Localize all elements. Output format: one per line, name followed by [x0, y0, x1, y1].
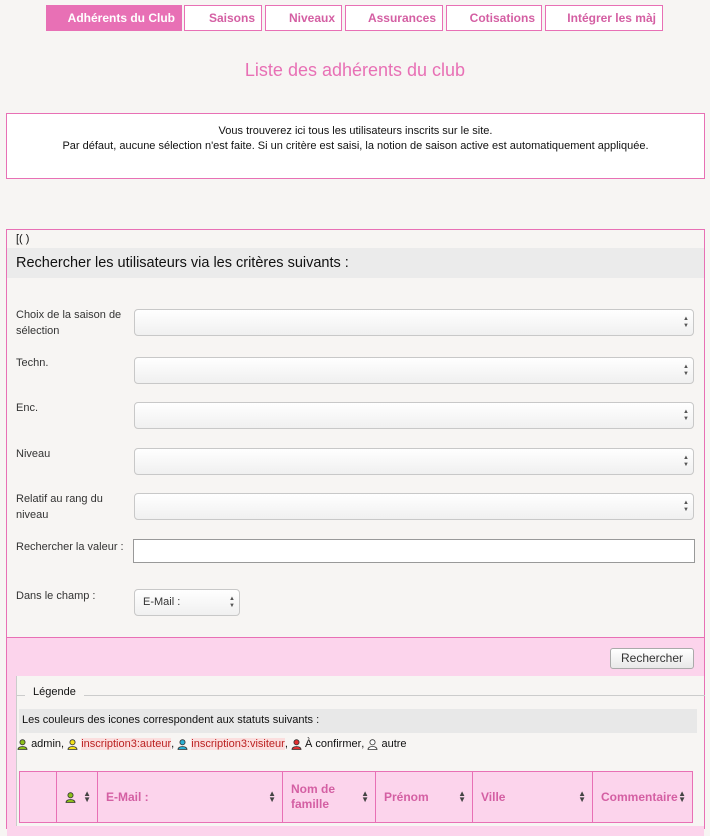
legend-visiteur-label: inscription3:visiteur	[191, 738, 285, 751]
sort-icon: ▲ ▼	[458, 789, 466, 804]
sort-icon: ▲ ▼	[578, 789, 586, 804]
tab-cotisations[interactable]: Cotisations	[446, 5, 542, 31]
column-header-select[interactable]	[20, 772, 57, 822]
legend-auteur-label: inscription3:auteur	[81, 738, 172, 751]
user-confirm-icon	[291, 738, 302, 750]
column-header-commentaire-label: Commentaire	[601, 790, 678, 804]
column-header-nom-label: Nom de famille	[291, 782, 336, 811]
user-auteur-icon	[67, 738, 78, 750]
legend-description: Les couleurs des icones correspondent au…	[19, 709, 697, 733]
legend-items: admin, inscription3:auteur, inscription3…	[17, 738, 407, 751]
page-title: Liste des adhérents du club	[244, 60, 466, 80]
sort-icon: ▲ ▼	[268, 789, 276, 804]
enc-select[interactable]: ▲ ▼	[134, 402, 694, 429]
season-select[interactable]: ▲ ▼	[134, 309, 694, 336]
season-label: Choix de la saison de sélection	[16, 309, 122, 337]
user-visiteur-icon	[177, 738, 188, 750]
enc-label: Enc.	[16, 402, 39, 414]
button-bar: Rechercher	[7, 637, 704, 676]
legend-confirm-label: À confirmer	[305, 738, 362, 751]
info-box: Vous trouverez ici tous les utilisateurs…	[6, 113, 705, 179]
tab-integrer[interactable]: Intégrer les màj	[545, 5, 663, 31]
column-header-email[interactable]: E-Mail : ▲ ▼	[98, 772, 283, 822]
column-header-prenom[interactable]: Prénom ▲ ▼	[376, 772, 473, 822]
info-line-2: Par défaut, aucune sélection n'est faite…	[62, 140, 649, 152]
sort-icon: ▲ ▼	[361, 789, 369, 804]
results-table-header: ▲ ▼ E-Mail : ▲ ▼ Nom de famille ▲ ▼ Prénom …	[19, 771, 693, 823]
rang-select[interactable]: ▲ ▼	[134, 493, 694, 520]
column-header-ville-label: Ville	[481, 790, 506, 804]
column-header-ville[interactable]: Ville ▲ ▼	[473, 772, 593, 822]
spinner-arrows-icon: ▲ ▼	[683, 499, 689, 513]
techn-label: Techn.	[16, 357, 49, 369]
niveau-label: Niveau	[16, 448, 51, 460]
user-status-icon	[65, 791, 76, 803]
tab-niveaux[interactable]: Niveaux	[265, 5, 342, 31]
column-header-email-label: E-Mail :	[106, 790, 149, 804]
spinner-arrows-icon: ▲ ▼	[229, 595, 235, 609]
techn-select[interactable]: ▲ ▼	[134, 357, 694, 384]
niveau-select[interactable]: ▲ ▼	[134, 448, 694, 475]
bracket-text: [( )	[16, 233, 30, 245]
search-button[interactable]: Rechercher	[610, 648, 694, 669]
sort-icon: ▲ ▼	[678, 789, 686, 804]
legend-divider	[17, 695, 705, 696]
tab-saisons[interactable]: Saisons	[184, 5, 262, 31]
sort-icon: ▲ ▼	[83, 789, 91, 804]
user-admin-icon	[17, 738, 28, 750]
column-header-nom[interactable]: Nom de famille ▲ ▼	[283, 772, 376, 822]
legend-other-label: autre	[381, 738, 407, 751]
field-select[interactable]: E-Mail : ▲ ▼	[134, 589, 240, 616]
spinner-arrows-icon: ▲ ▼	[683, 408, 689, 422]
field-label: Dans le champ :	[16, 590, 96, 602]
spinner-arrows-icon: ▲ ▼	[683, 315, 689, 329]
search-panel: [( ) Rechercher les utilisateurs via les…	[6, 229, 705, 836]
rang-label: Relatif au rang du niveau	[16, 493, 103, 521]
info-line-1: Vous trouverez ici tous les utilisateurs…	[218, 125, 493, 137]
user-other-icon	[368, 738, 378, 750]
legend-title: Légende	[25, 686, 84, 698]
field-selected-value: E-Mail :	[143, 596, 181, 608]
search-value-label: Rechercher la valeur :	[16, 541, 124, 553]
column-header-prenom-label: Prénom	[384, 790, 429, 804]
spinner-arrows-icon: ▲ ▼	[683, 454, 689, 468]
search-value-input[interactable]	[133, 539, 695, 563]
tab-assurances[interactable]: Assurances	[345, 5, 443, 31]
legend-admin-label: admin	[31, 738, 62, 751]
tab-adherents[interactable]: Adhérents du Club	[46, 5, 182, 31]
spinner-arrows-icon: ▲ ▼	[683, 363, 689, 377]
column-header-commentaire[interactable]: Commentaire ▲ ▼	[593, 772, 692, 822]
column-header-status[interactable]: ▲ ▼	[57, 772, 98, 822]
panel-header: Rechercher les utilisateurs via les crit…	[7, 248, 704, 278]
